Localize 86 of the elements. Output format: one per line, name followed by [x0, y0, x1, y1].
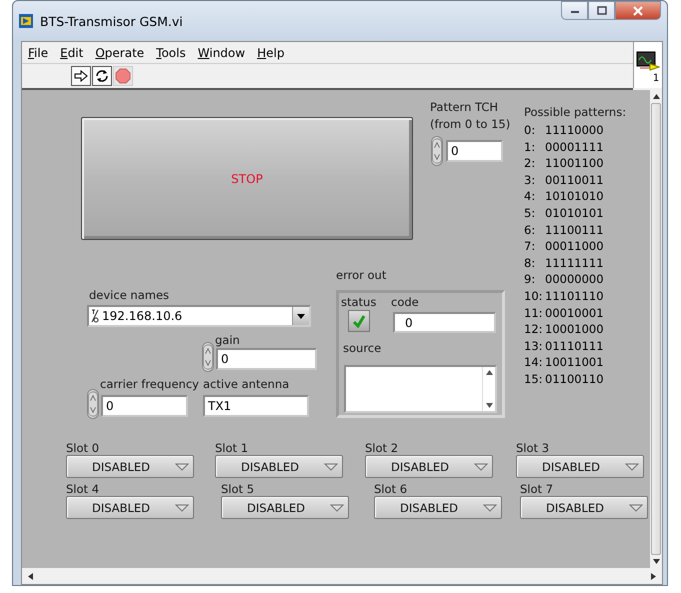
dropdown-icon: [175, 462, 189, 470]
pattern-entry: 2: 11001100: [524, 155, 604, 172]
device-combo[interactable]: 192.168.10.6: [87, 305, 311, 327]
slot-label: Slot 4: [66, 482, 100, 496]
slot-label: Slot 3: [516, 441, 550, 455]
check-icon: [352, 314, 366, 328]
control-label: source: [343, 341, 382, 355]
pattern-entry: 15: 01100110: [524, 370, 604, 388]
scroll-right-icon[interactable]: [651, 572, 656, 580]
slot-label: Slot 0: [66, 441, 100, 455]
dropdown-icon: [330, 504, 344, 512]
menu-item[interactable]: Operate: [91, 46, 152, 60]
frequency-field[interactable]: 0: [101, 395, 188, 417]
close-icon: [632, 6, 644, 16]
pattern-entry: 11: 00010001: [524, 304, 604, 322]
pattern-entry: 5: 01010101: [524, 204, 604, 222]
dropdown-icon: [629, 504, 643, 512]
pattern-entry: 7: 00011000: [524, 238, 604, 255]
control-label: carrier frequency: [100, 377, 199, 391]
menu-item[interactable]: Tools: [152, 46, 194, 60]
spinner-icon[interactable]: [431, 136, 443, 166]
menu-item[interactable]: File: [24, 46, 56, 60]
slot-dropdown[interactable]: DISABLED: [365, 455, 493, 478]
maximize-button[interactable]: [588, 1, 615, 20]
slot-label: Slot 1: [215, 441, 248, 455]
slot-label: Slot 5: [221, 482, 254, 496]
pattern-entry: 8: 11111111: [524, 254, 604, 272]
window-title: BTS-Transmisor GSM.vi: [40, 14, 183, 28]
connector-label: 1: [652, 72, 660, 84]
pattern-entry: 0: 11110000: [524, 122, 604, 139]
menu-item[interactable]: Edit: [56, 46, 92, 60]
pattern-entry: 10: 11101110: [524, 288, 604, 305]
pattern-entry: 14: 10011001: [524, 354, 604, 371]
minimize-button[interactable]: [561, 1, 588, 20]
dropdown-icon: [175, 504, 189, 512]
menu-item[interactable]: Help: [253, 46, 292, 60]
scroll-thumb[interactable]: [651, 103, 661, 555]
close-button[interactable]: [615, 1, 661, 20]
slot-label: Slot 7: [520, 482, 554, 496]
scroll-down-icon[interactable]: [486, 403, 492, 408]
spinner-icon[interactable]: [87, 389, 99, 419]
menu-item[interactable]: Window: [194, 46, 254, 60]
slot-label: Slot 2: [365, 441, 398, 455]
cluster-label: error out: [336, 268, 386, 282]
pattern-entry: 3: 00110011: [524, 172, 604, 188]
pattern-entry: 1: 00001111: [524, 138, 604, 156]
control-label: device names: [89, 288, 170, 302]
pattern-entry: 13: 01110111: [524, 338, 604, 354]
slot-dropdown[interactable]: DISABLED: [66, 455, 194, 478]
control-label: code: [391, 295, 419, 309]
gain-field[interactable]: 0: [216, 348, 317, 370]
pattern-entry: 9: 00000000: [524, 271, 604, 288]
spinner-icon[interactable]: [202, 342, 214, 372]
control-label: gain: [215, 333, 240, 347]
control-label: (from 0 to 15): [430, 117, 510, 131]
dropdown-icon: [474, 462, 488, 470]
code-field: 0: [393, 312, 496, 333]
scroll-down-icon[interactable]: [652, 559, 660, 564]
antenna-field[interactable]: TX1: [203, 395, 309, 417]
scroll-up-icon[interactable]: [652, 94, 660, 99]
scroll-up-icon[interactable]: [486, 370, 492, 375]
control-label: Pattern TCH: [430, 100, 498, 114]
slot-dropdown[interactable]: DISABLED: [66, 496, 194, 519]
control-label: status: [341, 295, 376, 309]
patterns-title: Possible patterns:: [524, 105, 626, 119]
io-icon: [91, 309, 99, 323]
scroll-left-icon[interactable]: [28, 572, 33, 580]
control-label: active antenna: [203, 377, 290, 391]
slot-dropdown[interactable]: DISABLED: [221, 496, 349, 519]
pattern-entry: 4: 10101010: [524, 188, 604, 205]
dropdown-icon: [297, 314, 305, 318]
app-icon: [19, 14, 33, 28]
slot-dropdown[interactable]: DISABLED: [374, 496, 502, 519]
slot-dropdown[interactable]: DISABLED: [516, 455, 644, 478]
run-continuously-button[interactable]: [92, 66, 112, 86]
run-button[interactable]: [71, 66, 91, 86]
slot-dropdown[interactable]: DISABLED: [215, 455, 343, 478]
dropdown-icon: [625, 462, 639, 470]
pattern-entry: 12: 10001000: [524, 321, 604, 338]
slot-dropdown[interactable]: DISABLED: [520, 496, 648, 519]
pattern-field[interactable]: 0: [446, 140, 503, 162]
maximize-icon: [596, 6, 606, 15]
slot-label: Slot 6: [374, 482, 408, 496]
dropdown-icon: [324, 462, 338, 470]
pattern-entry: 6: 11100111: [524, 222, 604, 238]
dropdown-icon: [483, 504, 497, 512]
